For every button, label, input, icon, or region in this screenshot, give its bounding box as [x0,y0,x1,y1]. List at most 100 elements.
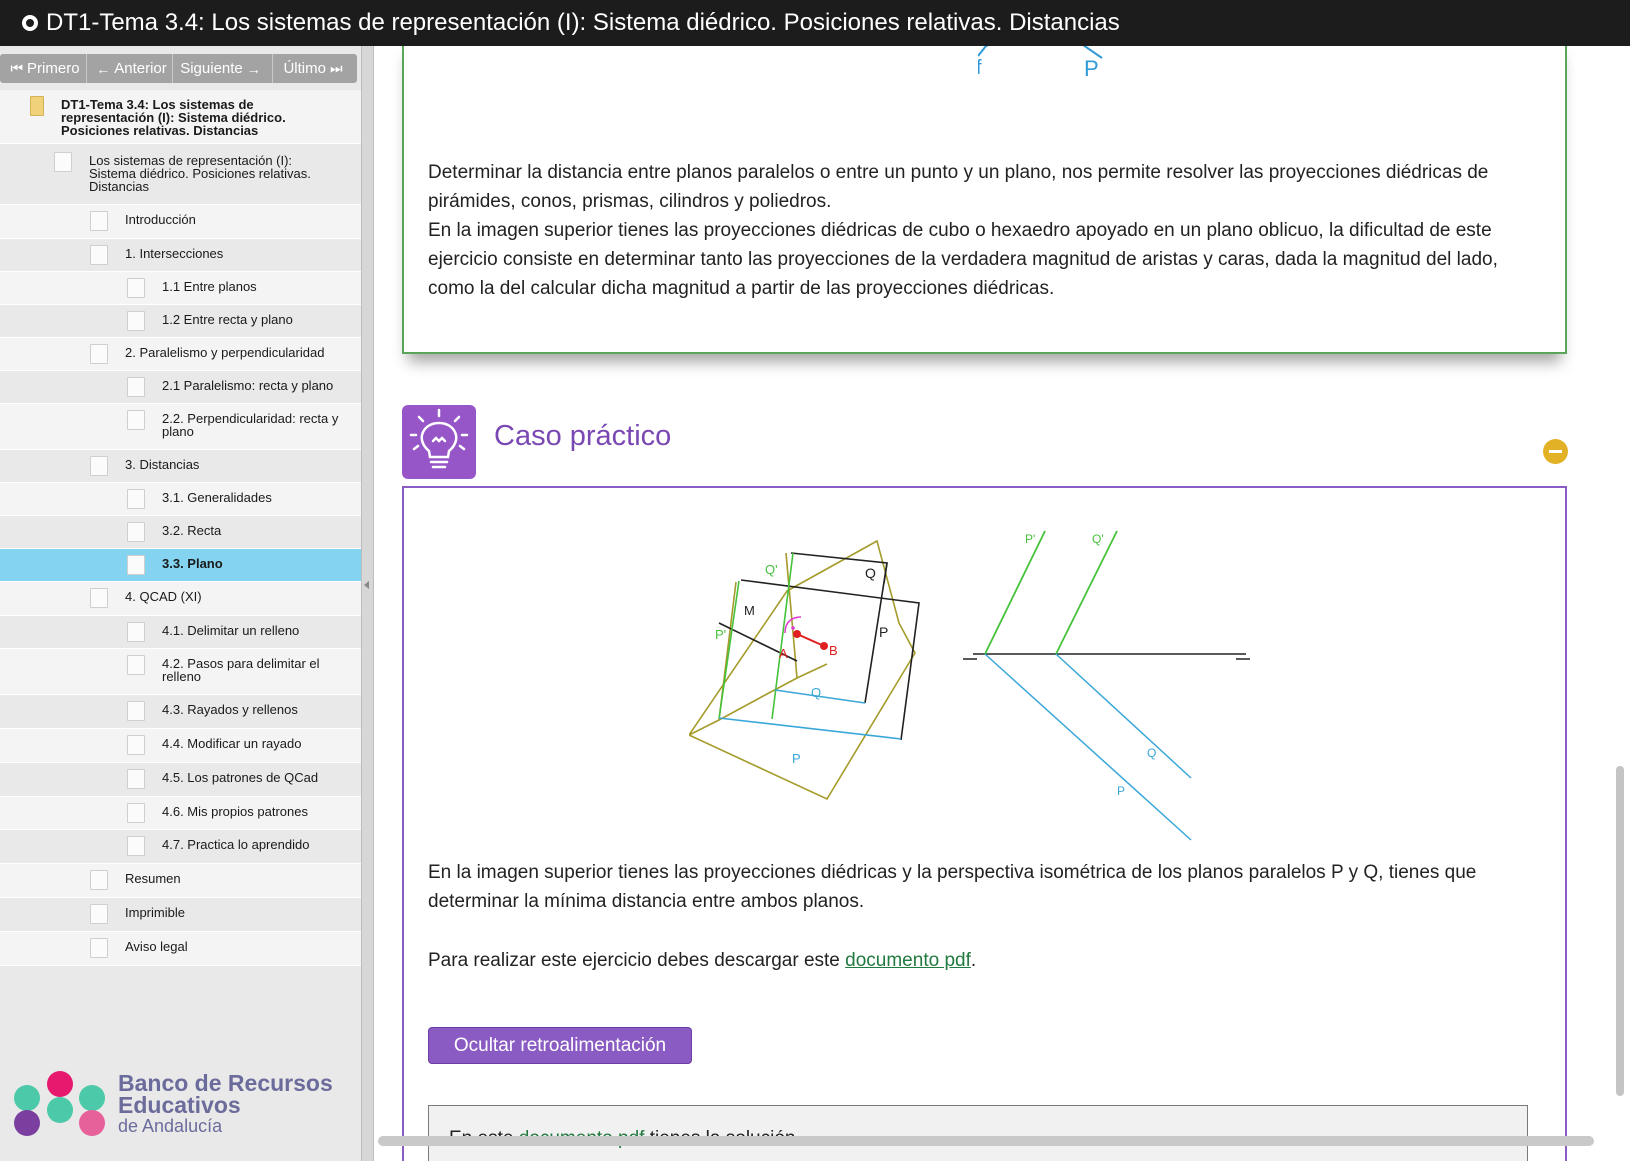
page-icon [90,245,108,265]
toc-item[interactable]: 4.6. Mis propios patrones [0,797,361,830]
collapse-icon[interactable] [364,581,369,589]
toc-item[interactable]: 4.1. Delimitar un relleno [0,616,361,649]
point-a [793,630,801,638]
toc-item[interactable]: 2. Paralelismo y perpendicularidad [0,338,361,371]
page-icon [127,803,145,823]
toc-item[interactable]: 4.5. Los patrones de QCad [0,763,361,797]
page-icon [127,489,145,509]
toc-item[interactable]: 4.2. Pasos para delimitar el relleno [0,649,361,695]
lightbulb-icon [402,405,476,479]
page-icon [127,522,145,542]
label-right-q: Q [1147,746,1156,760]
page-icon [127,410,145,430]
label-p-low: P [792,751,801,766]
toc-item[interactable]: 1. Intersecciones [0,239,361,272]
horizontal-scrollbar[interactable] [378,1136,1594,1146]
intro-text: Determinar la distancia entre planos par… [428,158,1548,303]
toc-item[interactable]: 3.2. Recta [0,516,361,549]
toc-item[interactable]: Aviso legal [0,932,361,966]
page-icon [127,701,145,721]
logo-text: Banco de Recursos Educativos de Andalucí… [118,1070,333,1137]
bullet-icon [22,15,38,31]
toc-item[interactable]: 4.3. Rayados y rellenos [0,695,361,729]
distance-segment [796,633,825,647]
previous-button[interactable]: ← Anterior [87,54,173,83]
toc-item[interactable]: 3. Distancias [0,450,361,483]
caso-box: Q' Q M P' P A B Q P P' Q' Q P En la imag… [402,486,1567,1161]
label-right-p-prime: P' [1025,532,1035,546]
logo: Banco de Recursos Educativos de Andalucí… [14,1068,344,1140]
ground-line [963,653,1250,660]
label-a: A [779,646,788,661]
page-icon [90,456,108,476]
page-icon [127,555,145,575]
toc-root[interactable]: DT1-Tema 3.4: Los sistemas de representa… [0,90,361,144]
intro-paragraph-2: En la imagen superior tienes las proyecc… [428,220,1498,299]
toc-root-label: DT1-Tema 3.4: Los sistemas de representa… [61,97,286,138]
page-icon [90,938,108,958]
intro-paragraph-1: Determinar la distancia entre planos par… [428,162,1489,212]
page-icon [127,655,145,675]
point-b [820,642,828,650]
hexagon-outline [689,539,916,801]
vertical-scrollbar[interactable] [1616,766,1624,1096]
next-button[interactable]: Siguiente → [173,54,273,83]
arrow-left-icon: ← [96,60,111,77]
next-label: Siguiente [180,60,243,77]
info-box: f g P Determinar la distancia entre plan… [402,46,1567,354]
caso-title: Caso práctico [494,420,672,452]
hide-feedback-button[interactable]: Ocultar retroalimentación [428,1027,692,1064]
caso-figure: Q' Q M P' P A B Q P P' Q' Q P [689,530,1250,841]
perpendicular-dot [791,626,795,630]
page-icon [127,769,145,789]
folder-icon [30,96,44,116]
first-button[interactable]: ⏮ Primero [0,54,87,83]
label-p: P [879,624,888,640]
toc-item[interactable]: 2.1 Paralelismo: recta y plano [0,371,361,404]
caso-paragraph-1: En la imagen superior tienes las proyecc… [428,862,1477,912]
sidebar-splitter[interactable] [361,46,374,1161]
toc-item[interactable]: 4. QCAD (XI) [0,582,361,616]
toc-item[interactable]: 4.4. Modificar un rayado [0,729,361,763]
last-button[interactable]: Último ⏭ [273,54,357,83]
toc-item[interactable]: Imprimible [0,898,361,932]
last-label: Último [283,60,326,77]
collapse-button[interactable] [1543,439,1568,464]
skip-back-icon: ⏮ [10,60,24,76]
toc-item[interactable]: 4.7. Practica lo aprendido [0,830,361,864]
label-q: Q [865,565,876,581]
skip-forward-icon: ⏭ [329,60,343,76]
arrow-right-icon: → [246,60,261,77]
pdf-link[interactable]: documento pdf [845,950,971,971]
page-icon [127,735,145,755]
figure-top: f g P [978,46,1103,78]
sidebar: ⏮ Primero ← Anterior Siguiente → Último … [0,46,361,1161]
page-icon [127,836,145,856]
toc-item[interactable]: 2.2. Perpendicularidad: recta y plano [0,404,361,450]
logo-icon [14,1071,105,1136]
label-q-prime: Q' [765,562,778,577]
page-icon [54,152,72,172]
caso-paragraph-2: Para realizar este ejercicio debes desca… [428,950,977,971]
page-icon [90,904,108,924]
page-icon [127,377,145,397]
first-label: Primero [27,60,80,77]
previous-label: Anterior [114,60,167,77]
toc-item-selected[interactable]: 3.3. Plano [0,549,361,582]
page-title: DT1-Tema 3.4: Los sistemas de representa… [46,9,1120,36]
toc-item[interactable]: Resumen [0,864,361,898]
main-content: f g P Determinar la distancia entre plan… [374,46,1630,1161]
toc-item[interactable]: 1.2 Entre recta y plano [0,305,361,338]
toc-item[interactable]: Los sistemas de representación (I): Sist… [0,144,361,205]
feedback-box: En este documento pdf tienes la solución… [428,1105,1528,1161]
page-icon [90,870,108,890]
label-p: P [1084,56,1099,78]
page-icon [90,211,108,231]
toc-item[interactable]: 1.1 Entre planos [0,272,361,305]
title-bar: DT1-Tema 3.4: Los sistemas de representa… [0,0,1630,46]
label-m: M [744,603,755,618]
plane-blue-lines [718,689,902,740]
toc-item[interactable]: Introducción [0,205,361,239]
table-of-contents: DT1-Tema 3.4: Los sistemas de representa… [0,90,361,966]
toc-item[interactable]: 3.1. Generalidades [0,483,361,516]
